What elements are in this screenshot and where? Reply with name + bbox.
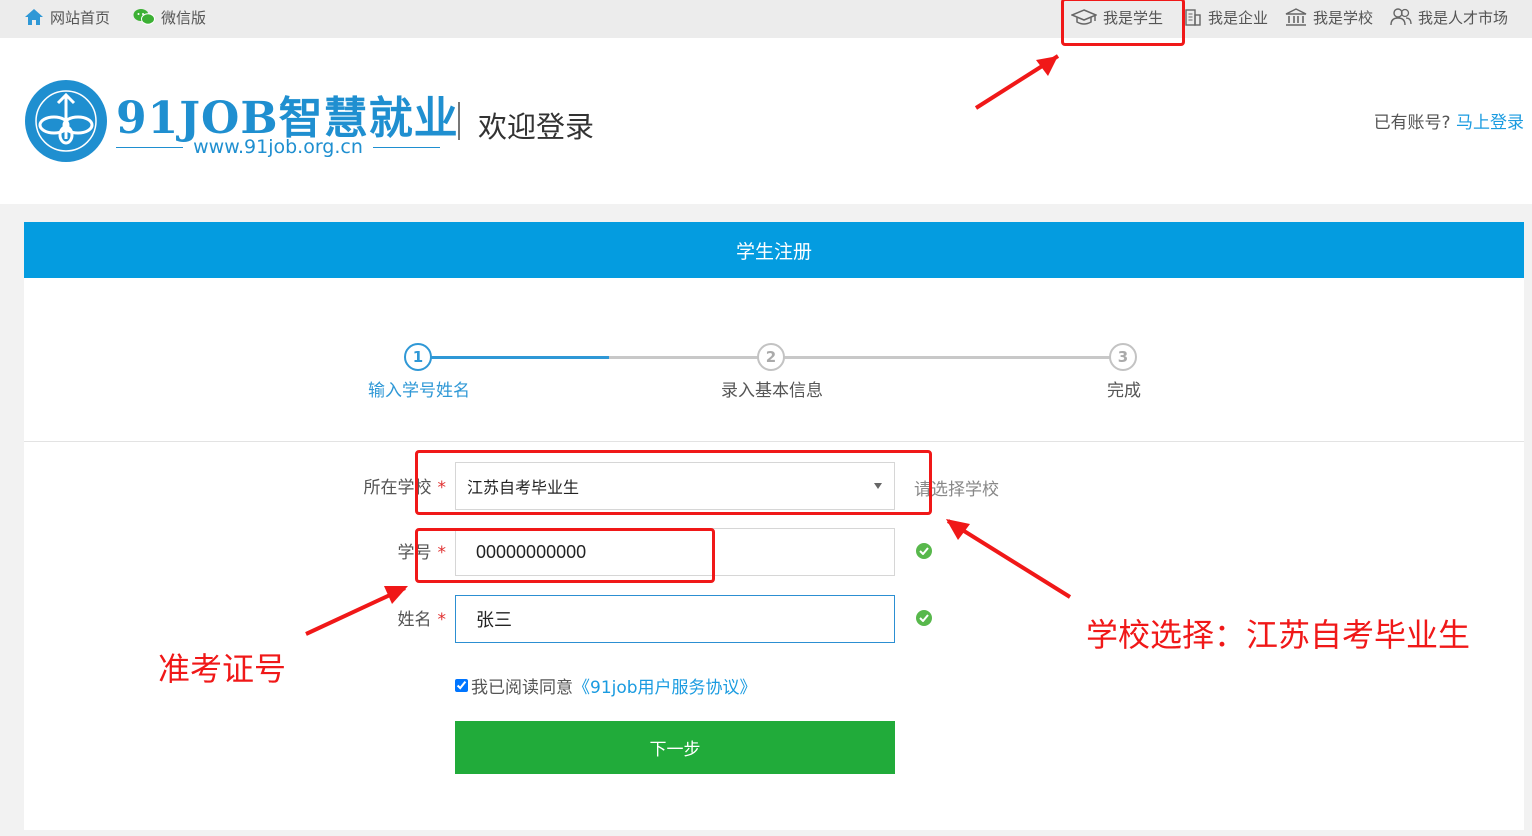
url-left-rule (116, 146, 184, 148)
wechat-icon (133, 9, 155, 25)
step-3-circle: 3 (1109, 343, 1137, 371)
step-3-label: 完成 (1107, 381, 1141, 401)
nav-wechat[interactable]: 微信版 (133, 0, 206, 34)
required-mark: * (437, 610, 447, 630)
check-icon (916, 610, 932, 626)
url-right-rule (372, 146, 441, 148)
panel-title: 学生注册 (24, 222, 1524, 278)
school-icon (1285, 8, 1307, 26)
nav-home-label: 网站首页 (50, 8, 111, 27)
logo-icon[interactable] (24, 79, 108, 163)
next-step-button[interactable]: 下一步 (455, 721, 895, 774)
steps-progress-fill (418, 356, 609, 359)
agreement-link[interactable]: 《91job用户服务协议》 (573, 673, 757, 698)
annotation-id-note: 准考证号 (158, 650, 287, 688)
page-title: 欢迎登录 (478, 110, 595, 144)
has-account-text: 已有账号? (1373, 113, 1451, 133)
nav-talent-market[interactable]: 我是人才市场 (1390, 0, 1508, 34)
users-icon (1390, 8, 1412, 26)
name-label-text: 姓名 (397, 610, 432, 630)
agreement-row: 我已阅读同意 《91job用户服务协议》 (455, 673, 757, 698)
login-prompt: 已有账号? 马上登录 (1374, 108, 1524, 133)
agree-checkbox[interactable] (455, 679, 468, 692)
nav-school-label: 我是学校 (1313, 8, 1374, 27)
step-2-label: 录入基本信息 (721, 381, 823, 401)
register-panel: 学生注册 1 2 3 输入学号姓名 录入基本信息 完成 所在学校 * 江苏自考毕业… (24, 222, 1524, 830)
check-icon (916, 543, 932, 559)
name-input[interactable] (455, 595, 895, 643)
nav-enterprise-label: 我是企业 (1208, 8, 1269, 27)
panel-divider (24, 441, 1524, 442)
nav-home[interactable]: 网站首页 (24, 0, 110, 34)
name-label: 姓名 * (398, 605, 447, 630)
nav-enterprise[interactable]: 我是企业 (1184, 0, 1268, 34)
agree-text: 我已阅读同意 (471, 678, 573, 698)
step-1-label: 输入学号姓名 (368, 381, 470, 401)
nav-wechat-label: 微信版 (161, 8, 207, 27)
step-2-circle: 2 (757, 343, 785, 371)
annotation-school-box (415, 450, 932, 515)
nav-school[interactable]: 我是学校 (1285, 0, 1373, 34)
building-icon (1185, 9, 1201, 26)
step-1-circle: 1 (404, 343, 432, 371)
brand-url: www.91job.org.cn (116, 136, 441, 158)
home-icon (25, 9, 43, 25)
login-link[interactable]: 马上登录 (1456, 113, 1524, 133)
nav-talent-market-label: 我是人才市场 (1418, 8, 1509, 27)
annotation-id-box (415, 528, 715, 583)
annotation-school-note: 学校选择：江苏自考毕业生 (1086, 616, 1471, 654)
annotation-student-box (1061, 0, 1185, 46)
header-divider (458, 102, 460, 140)
top-nav-bar: 网站首页 微信版 我是学生 我是企业 我是学校 我是人才市场 (0, 0, 1532, 38)
page-header: 91JOB智慧就业 www.91job.org.cn 欢迎登录 已有账号? 马上… (0, 38, 1532, 204)
brand-url-text: www.91job.org.cn (193, 136, 363, 158)
